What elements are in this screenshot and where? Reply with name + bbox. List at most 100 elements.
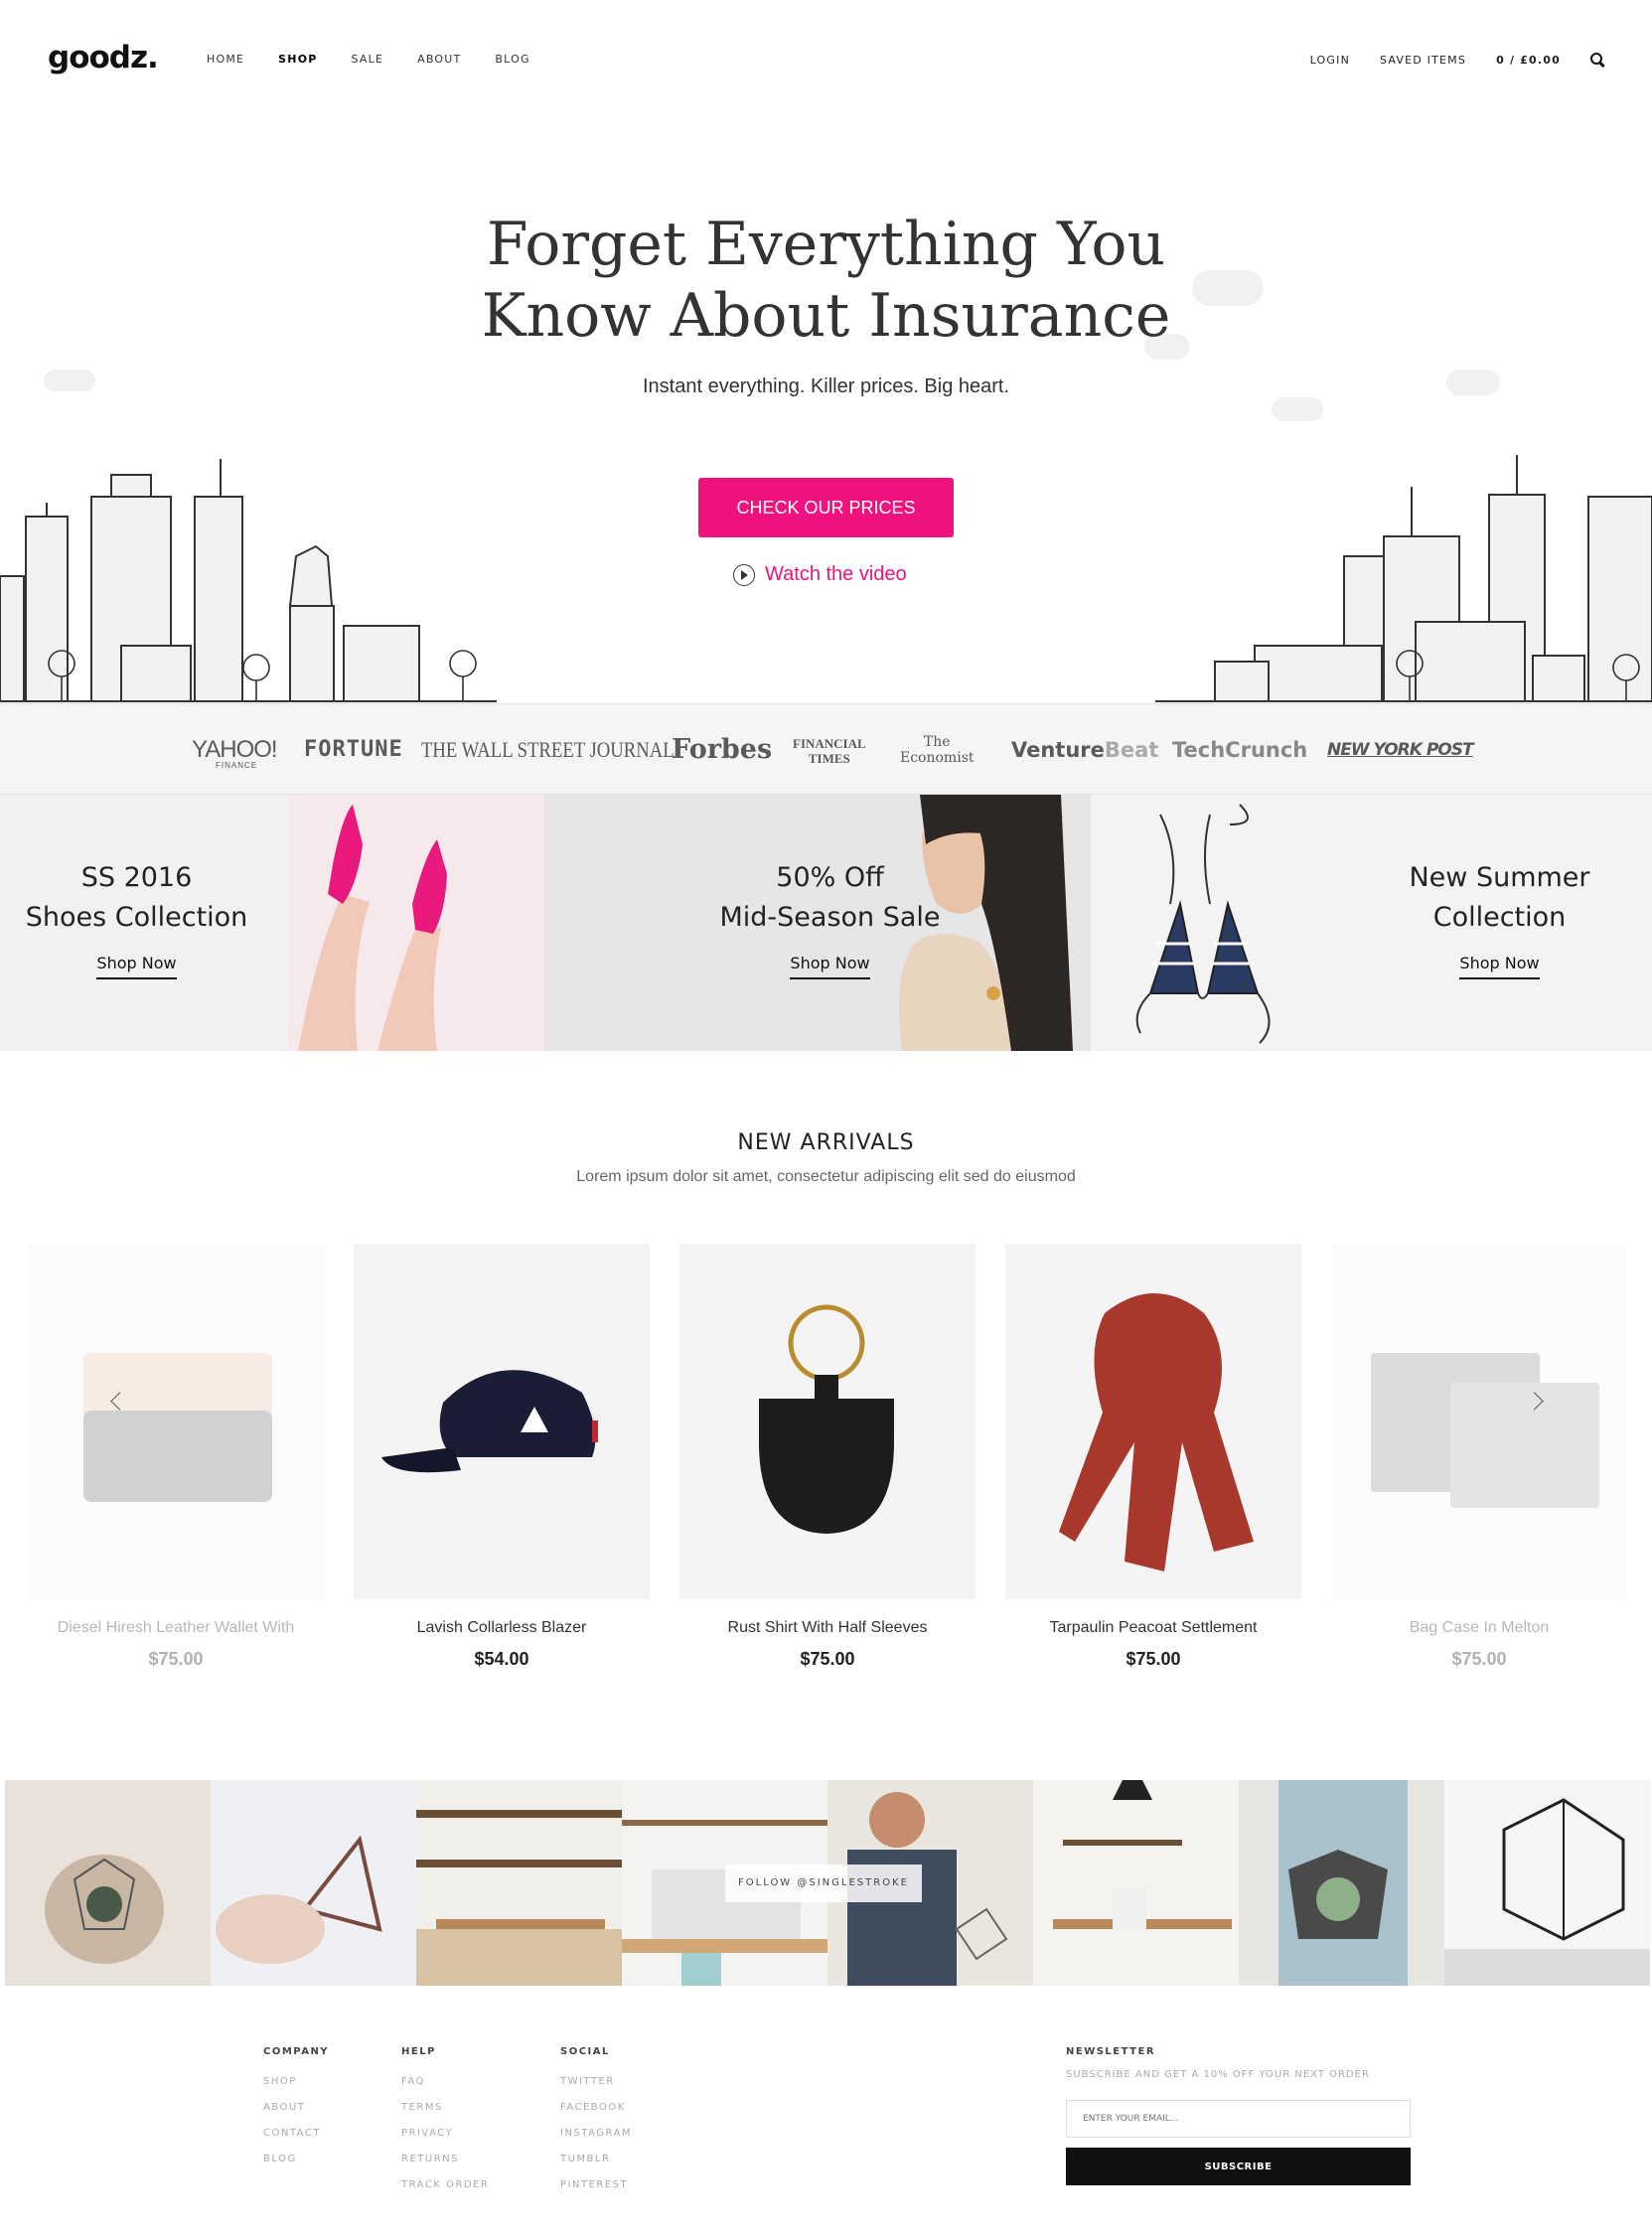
cap-image bbox=[381, 1370, 598, 1473]
banner-summer-line2: Collection bbox=[1432, 902, 1567, 933]
shop-now-link[interactable]: Shop Now bbox=[96, 954, 177, 979]
new-arrivals-title: NEW ARRIVALS bbox=[737, 1130, 915, 1155]
footer-link[interactable]: FAQ bbox=[401, 2069, 489, 2095]
product-card[interactable]: Bag Case In Melton $75.00 bbox=[1331, 1244, 1627, 1670]
footer-social: SOCIAL TWITTER FACEBOOK INSTAGRAM TUMBLR… bbox=[560, 2046, 632, 2198]
footer-help: HELP FAQ TERMS PRIVACY RETURNS TRACK ORD… bbox=[401, 2046, 489, 2198]
forbes-logo: Forbes bbox=[672, 734, 773, 765]
banner-summer-line1: New Summer bbox=[1409, 862, 1590, 893]
product-price: $54.00 bbox=[474, 1649, 529, 1669]
banner-sale-line1: 50% Off bbox=[776, 862, 884, 893]
banner-shoes[interactable]: SS 2016 Shoes Collection Shop Now bbox=[0, 795, 544, 1051]
newsletter-title: NEWSLETTER bbox=[1066, 2046, 1156, 2057]
banner-shoes-line2: Shoes Collection bbox=[25, 902, 248, 933]
product-name[interactable]: Bag Case In Melton bbox=[1331, 1619, 1627, 1637]
shop-now-link[interactable]: Shop Now bbox=[790, 954, 870, 979]
cloud-decoration bbox=[1272, 397, 1323, 421]
banner-sale-line2: Mid-Season Sale bbox=[719, 902, 941, 933]
newsletter-email-input[interactable] bbox=[1066, 2100, 1411, 2138]
banner-shoes-line1: SS 2016 bbox=[80, 862, 193, 893]
shop-now-link[interactable]: Shop Now bbox=[1459, 954, 1540, 979]
follow-instagram-button[interactable]: FOLLOW @SINGLESTROKE bbox=[725, 1865, 922, 1902]
product-card[interactable]: Rust Shirt With Half Sleeves $75.00 bbox=[679, 1244, 976, 1670]
nav-shop[interactable]: SHOP bbox=[278, 53, 317, 66]
search-icon[interactable] bbox=[1590, 53, 1604, 67]
logo[interactable]: goodz. bbox=[48, 40, 159, 75]
nav-blog[interactable]: BLOG bbox=[495, 53, 529, 66]
banner-sale-text: 50% Off Mid-Season Sale Shop Now bbox=[693, 858, 967, 980]
nav-about[interactable]: ABOUT bbox=[417, 53, 461, 66]
footer-link[interactable]: TERMS bbox=[401, 2095, 489, 2121]
footer-link[interactable]: CONTACT bbox=[263, 2121, 329, 2147]
product-image[interactable] bbox=[679, 1244, 976, 1599]
wsj-logo: THE WALL STREET JOURNAL. bbox=[421, 737, 679, 762]
footer-link[interactable]: PRIVACY bbox=[401, 2121, 489, 2147]
main-nav: HOME SHOP SALE ABOUT BLOG bbox=[207, 53, 564, 66]
carousel-next-icon[interactable] bbox=[1526, 1391, 1550, 1415]
city-illustration-left bbox=[0, 459, 497, 702]
footer-link[interactable]: PINTEREST bbox=[560, 2172, 632, 2198]
banner-shoes-text: SS 2016 Shoes Collection Shop Now bbox=[0, 858, 273, 980]
product-image[interactable] bbox=[1331, 1244, 1627, 1599]
nav-sale[interactable]: SALE bbox=[352, 53, 384, 66]
footer-link[interactable]: TRACK ORDER bbox=[401, 2172, 489, 2198]
instagram-tile[interactable] bbox=[1444, 1780, 1650, 1986]
fortune-logo: FORTUNE bbox=[304, 737, 403, 762]
product-name[interactable]: Lavish Collarless Blazer bbox=[354, 1619, 650, 1637]
cart-link[interactable]: 0 / £0.00 bbox=[1496, 54, 1561, 67]
banner-sale[interactable]: 50% Off Mid-Season Sale Shop Now bbox=[544, 795, 1091, 1051]
hero-title: Forget Everything You Know About Insuran… bbox=[0, 209, 1652, 352]
product-price: $75.00 bbox=[1451, 1649, 1507, 1669]
hero-title-line2: Know About Insurance bbox=[481, 281, 1171, 351]
footer-company: COMPANY SHOP ABOUT CONTACT BLOG bbox=[263, 2046, 329, 2172]
footer-link[interactable]: TUMBLR bbox=[560, 2147, 632, 2172]
product-name[interactable]: Tarpaulin Peacoat Settlement bbox=[1005, 1619, 1301, 1637]
product-image[interactable] bbox=[1005, 1244, 1301, 1599]
product-name[interactable]: Diesel Hiresh Leather Wallet With bbox=[28, 1619, 324, 1637]
product-card[interactable]: Lavish Collarless Blazer $54.00 bbox=[354, 1244, 650, 1670]
promo-banners: SS 2016 Shoes Collection Shop Now 50% Of… bbox=[0, 795, 1652, 1051]
instagram-tile[interactable] bbox=[1239, 1780, 1444, 1986]
product-card[interactable]: Tarpaulin Peacoat Settlement $75.00 bbox=[1005, 1244, 1301, 1670]
newsletter-text: SUBSCRIBE AND GET A 10% OFF YOUR NEXT OR… bbox=[1066, 2069, 1370, 2080]
footer-link[interactable]: ABOUT bbox=[263, 2095, 329, 2121]
product-name[interactable]: Rust Shirt With Half Sleeves bbox=[679, 1619, 976, 1637]
hero-title-line1: Forget Everything You bbox=[486, 210, 1166, 279]
economist-logo: The Economist bbox=[900, 734, 975, 766]
footer-link[interactable]: FACEBOOK bbox=[560, 2095, 632, 2121]
saved-items-link[interactable]: SAVED ITEMS bbox=[1380, 54, 1466, 67]
nav-home[interactable]: HOME bbox=[207, 53, 244, 66]
watch-video-link[interactable]: Watch the video bbox=[733, 563, 907, 586]
footer-link[interactable]: RETURNS bbox=[401, 2147, 489, 2172]
yahoo-finance-logo: YAHOO! FINANCE bbox=[192, 736, 278, 770]
venturebeat-logo: VentureBeat bbox=[1011, 738, 1159, 762]
instagram-tile[interactable] bbox=[5, 1780, 211, 1986]
footer-link[interactable]: INSTAGRAM bbox=[560, 2121, 632, 2147]
new-york-post-logo: NEW YORK POST bbox=[1327, 740, 1474, 760]
footer-link[interactable]: BLOG bbox=[263, 2147, 329, 2172]
page: goodz. HOME SHOP SALE ABOUT BLOG LOGIN S… bbox=[0, 0, 1652, 2239]
product-image[interactable] bbox=[28, 1244, 324, 1599]
instagram-tile[interactable] bbox=[416, 1780, 622, 1986]
wallet-image bbox=[83, 1353, 272, 1502]
watch-video-label: Watch the video bbox=[765, 563, 907, 585]
login-link[interactable]: LOGIN bbox=[1310, 54, 1350, 67]
footer-social-title: SOCIAL bbox=[560, 2046, 610, 2057]
footer-help-title: HELP bbox=[401, 2046, 436, 2057]
press-logos-bar: YAHOO! FINANCE FORTUNE THE WALL STREET JO… bbox=[0, 703, 1652, 795]
bag-image bbox=[759, 1304, 894, 1534]
subscribe-button[interactable]: SUBSCRIBE bbox=[1066, 2148, 1411, 2185]
product-card[interactable]: Diesel Hiresh Leather Wallet With $75.00 bbox=[28, 1244, 324, 1670]
instagram-tile[interactable] bbox=[211, 1780, 416, 1986]
scarf-image bbox=[1059, 1293, 1254, 1571]
banner-summer-text: New Summer Collection Shop Now bbox=[1363, 858, 1636, 980]
check-prices-button[interactable]: CHECK OUR PRICES bbox=[698, 478, 954, 537]
banner-summer[interactable]: New Summer Collection Shop Now bbox=[1091, 795, 1652, 1051]
product-price: $75.00 bbox=[148, 1649, 204, 1669]
carousel-prev-icon[interactable] bbox=[107, 1391, 131, 1415]
instagram-tile[interactable] bbox=[1033, 1780, 1239, 1986]
footer-link[interactable]: SHOP bbox=[263, 2069, 329, 2095]
product-image[interactable] bbox=[354, 1244, 650, 1599]
footer-link[interactable]: TWITTER bbox=[560, 2069, 632, 2095]
case-image bbox=[1371, 1353, 1599, 1508]
